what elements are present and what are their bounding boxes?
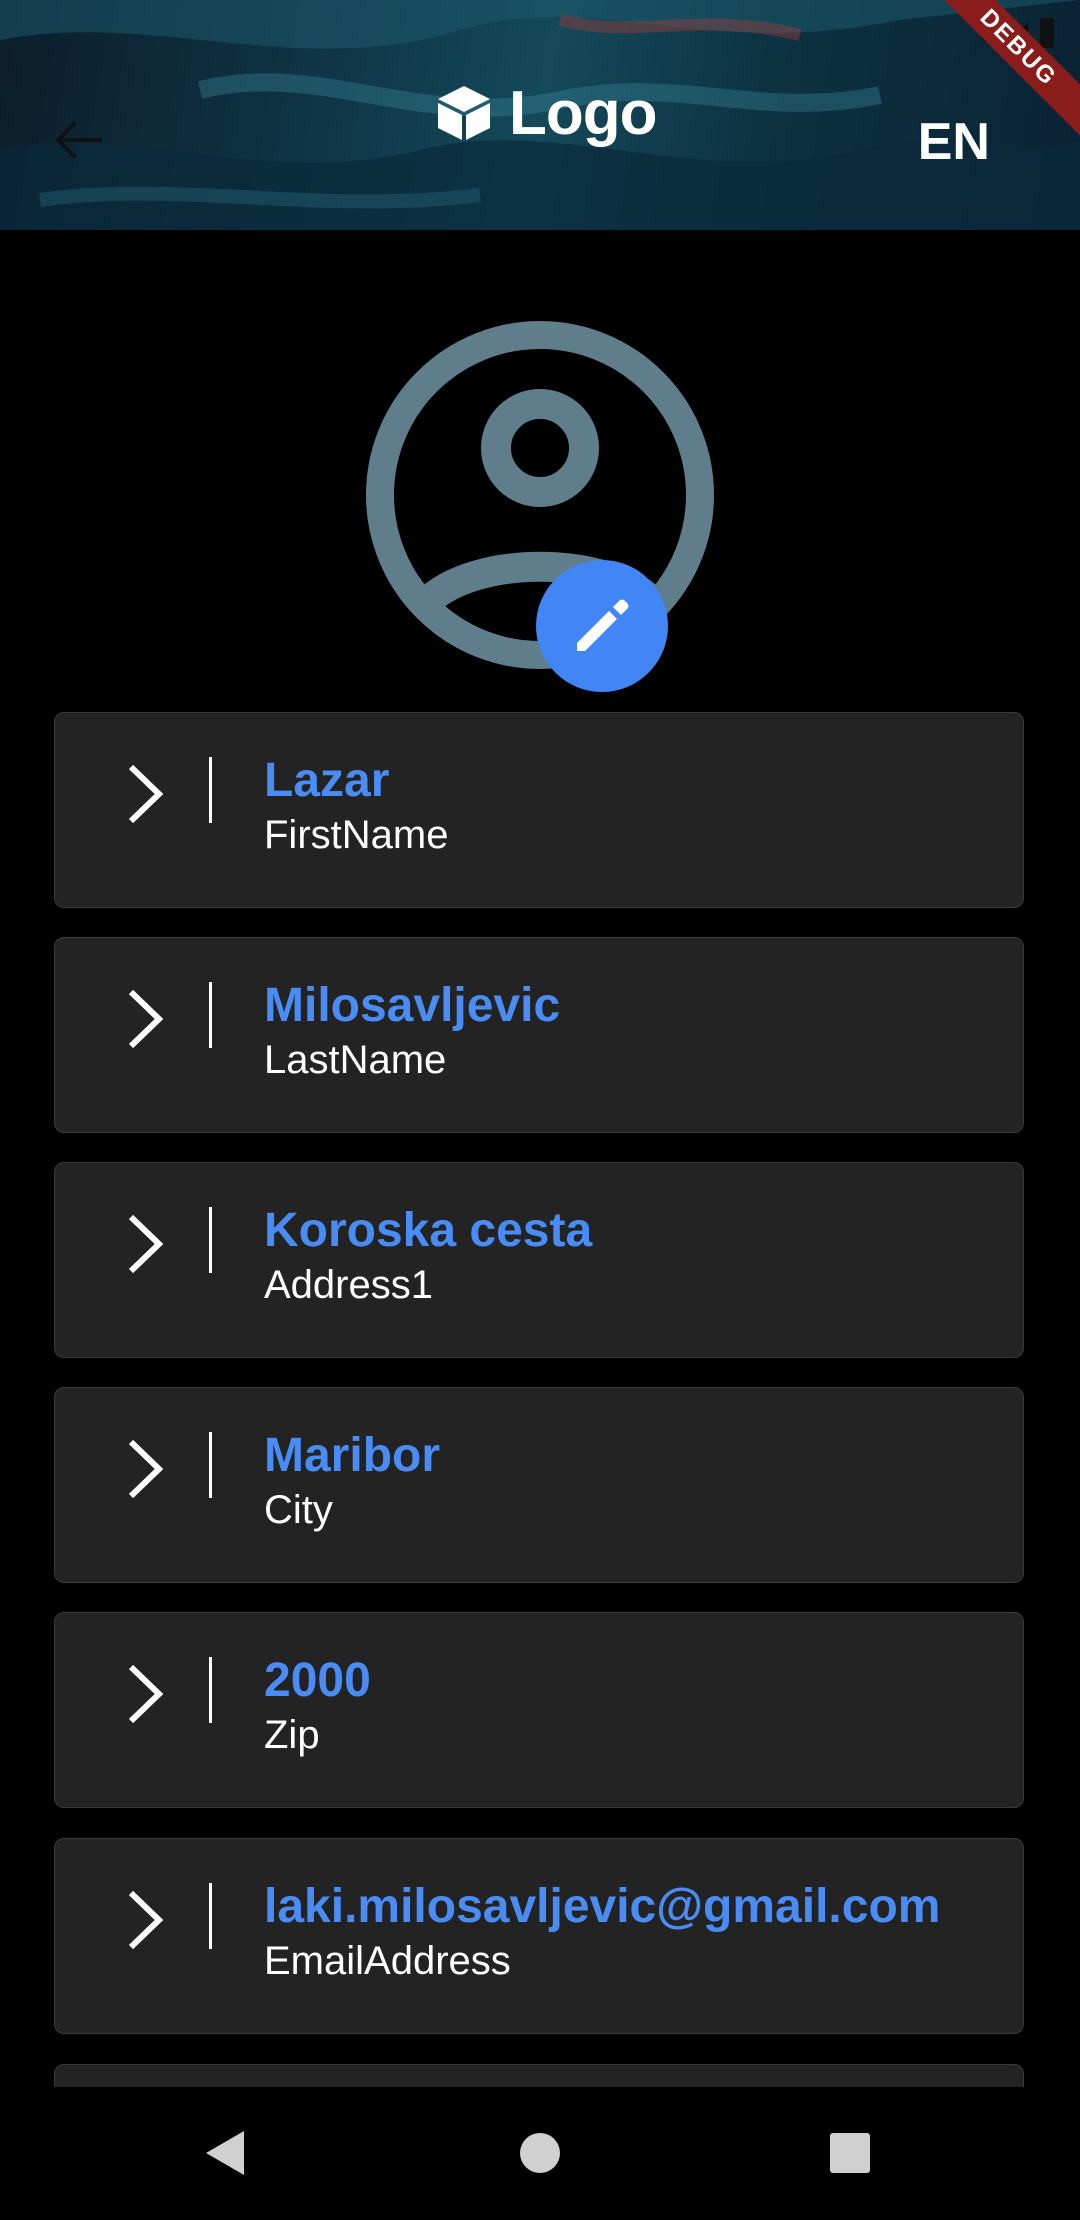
chevron-right-icon <box>128 1214 164 1274</box>
square-recents-icon <box>830 2133 870 2173</box>
field-label: EmailAddress <box>264 1939 511 1983</box>
system-navigation-bar <box>0 2090 1080 2220</box>
field-label: LastName <box>264 1038 447 1082</box>
field-value: Koroska cesta <box>264 1204 593 1257</box>
field-value: laki.milosavljevic@gmail.com <box>264 1880 941 1933</box>
field-divider <box>209 1657 212 1723</box>
triangle-back-icon <box>206 2131 244 2175</box>
app-logo: Logo <box>435 78 657 148</box>
field-card-address1[interactable]: Koroska cesta Address1 <box>54 1162 1024 1358</box>
profile-fields-list: Lazar FirstName Milosavljevic LastName K… <box>54 712 1026 2087</box>
field-card-zip[interactable]: 2000 Zip <box>54 1612 1024 1808</box>
field-label: Address1 <box>264 1263 433 1307</box>
field-value: Milosavljevic <box>264 979 561 1032</box>
chevron-right-icon <box>128 989 164 1049</box>
chevron-right-icon <box>128 1890 164 1950</box>
field-value: Maribor <box>264 1429 441 1482</box>
field-card-partial[interactable] <box>54 2064 1024 2087</box>
field-card-first-name[interactable]: Lazar FirstName <box>54 712 1024 908</box>
language-selector[interactable]: EN <box>918 112 990 172</box>
field-value: 2000 <box>264 1654 371 1707</box>
chevron-right-icon <box>128 1439 164 1499</box>
field-card-last-name[interactable]: Milosavljevic LastName <box>54 937 1024 1133</box>
app-header: Logo EN DEBUG <box>0 0 1080 230</box>
pencil-icon <box>577 599 629 651</box>
circle-home-icon <box>520 2133 560 2173</box>
field-label: City <box>264 1488 333 1532</box>
field-divider <box>209 1207 212 1273</box>
nav-recents-button[interactable] <box>815 2118 885 2188</box>
field-divider <box>209 1883 212 1949</box>
field-card-email[interactable]: laki.milosavljevic@gmail.com EmailAddres… <box>54 1838 1024 2034</box>
nav-home-button[interactable] <box>505 2118 575 2188</box>
logo-text: Logo <box>509 78 657 148</box>
nav-back-button[interactable] <box>190 2118 260 2188</box>
back-button[interactable] <box>48 110 108 170</box>
chevron-right-icon <box>128 764 164 824</box>
field-card-city[interactable]: Maribor City <box>54 1387 1024 1583</box>
field-value: Lazar <box>264 754 390 807</box>
cube-icon <box>438 86 490 140</box>
field-divider <box>209 757 212 823</box>
edit-avatar-button[interactable] <box>536 560 668 692</box>
field-label: FirstName <box>264 813 449 857</box>
chevron-right-icon <box>128 1664 164 1724</box>
field-divider <box>209 982 212 1048</box>
field-divider <box>209 1432 212 1498</box>
profile-screen: Logo EN DEBUG Lazar FirstName Milosavlje… <box>0 0 1080 2220</box>
arrow-left-icon <box>55 121 102 159</box>
field-label: Zip <box>264 1713 320 1757</box>
